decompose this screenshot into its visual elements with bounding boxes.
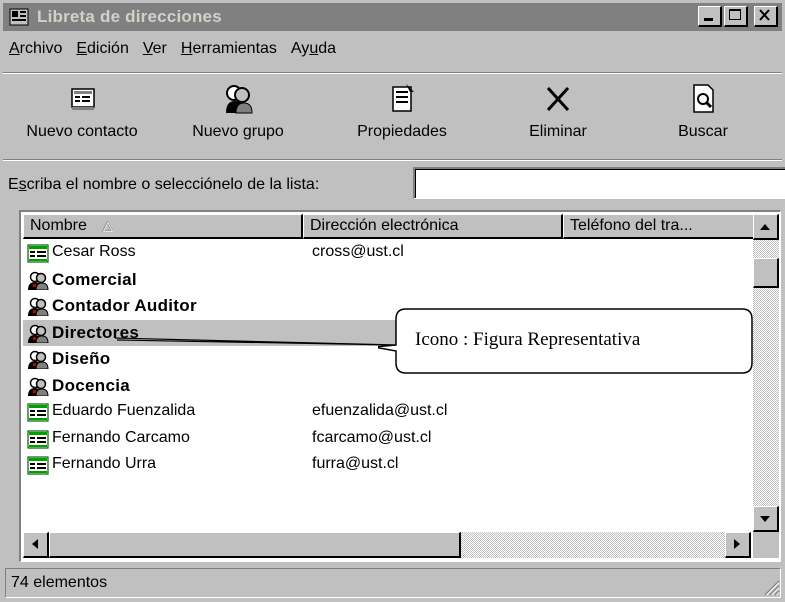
scrollbar-corner bbox=[753, 532, 779, 558]
contact-card-icon bbox=[27, 403, 49, 422]
sort-ascending-icon: △ bbox=[102, 218, 113, 233]
address-book-window: Libreta de direcciones Archivo Edición V… bbox=[0, 0, 785, 602]
close-icon bbox=[759, 9, 770, 21]
scroll-down-button[interactable] bbox=[753, 506, 779, 532]
arrow-right-icon bbox=[734, 539, 740, 549]
status-bar: 74 elementos bbox=[3, 568, 782, 598]
menu-archivo[interactable]: Archivo bbox=[9, 40, 62, 58]
list-item[interactable]: Fernando Urra furra@ust.cl bbox=[23, 452, 751, 479]
list-item[interactable]: Docencia bbox=[23, 373, 751, 400]
menu-edicion[interactable]: Edición bbox=[76, 40, 128, 58]
scroll-up-button[interactable] bbox=[753, 214, 779, 240]
status-text: 74 elementos bbox=[5, 568, 781, 598]
minimize-button[interactable] bbox=[698, 6, 722, 27]
new-group-button[interactable]: Nuevo grupo bbox=[173, 79, 303, 153]
properties-icon bbox=[392, 84, 414, 112]
search-label: Escriba el nombre o selecciónelo de la l… bbox=[8, 176, 320, 193]
find-label: Buscar bbox=[678, 123, 728, 140]
arrow-left-icon bbox=[32, 539, 38, 549]
callout-text: Icono : Figura Representativa bbox=[415, 329, 641, 350]
find-icon bbox=[693, 84, 714, 113]
column-header-nombre[interactable]: Nombre △ bbox=[23, 214, 303, 239]
new-contact-label: Nuevo contacto bbox=[26, 123, 138, 140]
vertical-scroll-thumb[interactable] bbox=[753, 258, 779, 288]
horizontal-scroll-thumb[interactable] bbox=[49, 532, 461, 558]
close-button[interactable] bbox=[754, 6, 778, 27]
new-group-icon bbox=[226, 85, 253, 114]
new-contact-button[interactable]: Nuevo contacto bbox=[7, 79, 157, 153]
annotation-callout: Icono : Figura Representativa bbox=[378, 307, 754, 375]
group-icon bbox=[28, 271, 49, 290]
title-bar[interactable]: Libreta de direcciones bbox=[3, 3, 782, 31]
group-icon bbox=[28, 297, 49, 316]
list-item[interactable]: Comercial bbox=[23, 267, 751, 294]
list-item[interactable]: Cesar Ross cross@ust.cl bbox=[23, 240, 751, 267]
list-item[interactable]: Eduardo Fuenzalida efuenzalida@ust.cl bbox=[23, 399, 751, 426]
group-icon bbox=[28, 350, 49, 369]
new-group-label: Nuevo grupo bbox=[192, 123, 284, 140]
menu-bar: Archivo Edición Ver Herramientas Ayuda bbox=[3, 31, 782, 67]
properties-button[interactable]: Propiedades bbox=[337, 79, 467, 153]
new-contact-icon bbox=[71, 88, 95, 110]
menu-ver[interactable]: Ver bbox=[143, 40, 167, 58]
maximize-button[interactable] bbox=[724, 6, 748, 27]
address-book-icon bbox=[9, 8, 29, 26]
group-icon bbox=[28, 377, 49, 396]
menu-ayuda[interactable]: Ayuda bbox=[291, 40, 336, 58]
list-header: Nombre △ Dirección electrónica Teléfono d… bbox=[23, 214, 755, 239]
scroll-left-button[interactable] bbox=[23, 532, 49, 558]
arrow-up-icon bbox=[760, 224, 770, 230]
arrow-down-icon bbox=[760, 516, 770, 522]
resize-grip-icon[interactable] bbox=[762, 578, 780, 596]
column-header-email[interactable]: Dirección electrónica bbox=[303, 214, 563, 239]
contact-card-icon bbox=[27, 456, 49, 475]
vertical-scrollbar[interactable] bbox=[753, 214, 779, 532]
maximize-icon bbox=[729, 9, 741, 20]
contacts-list[interactable]: Nombre △ Dirección electrónica Teléfono d… bbox=[19, 210, 781, 562]
properties-label: Propiedades bbox=[357, 123, 447, 140]
menu-herramientas[interactable]: Herramientas bbox=[181, 40, 277, 58]
contact-card-icon bbox=[27, 244, 49, 263]
group-icon bbox=[28, 324, 49, 343]
column-header-phone[interactable]: Teléfono del tra... bbox=[563, 214, 755, 239]
scroll-right-button[interactable] bbox=[725, 532, 751, 558]
delete-icon bbox=[546, 86, 570, 112]
horizontal-scrollbar[interactable] bbox=[23, 532, 751, 558]
search-input[interactable] bbox=[413, 167, 785, 199]
window-title: Libreta de direcciones bbox=[37, 7, 222, 26]
minimize-icon bbox=[704, 18, 713, 21]
find-button[interactable]: Buscar bbox=[653, 79, 753, 153]
list-item[interactable]: Fernando Carcamo fcarcamo@ust.cl bbox=[23, 426, 751, 453]
delete-button[interactable]: Eliminar bbox=[508, 79, 608, 153]
toolbar: Nuevo contacto Nuevo grupo Propiedades E… bbox=[3, 72, 782, 160]
contact-card-icon bbox=[27, 429, 49, 449]
delete-label: Eliminar bbox=[529, 123, 587, 140]
